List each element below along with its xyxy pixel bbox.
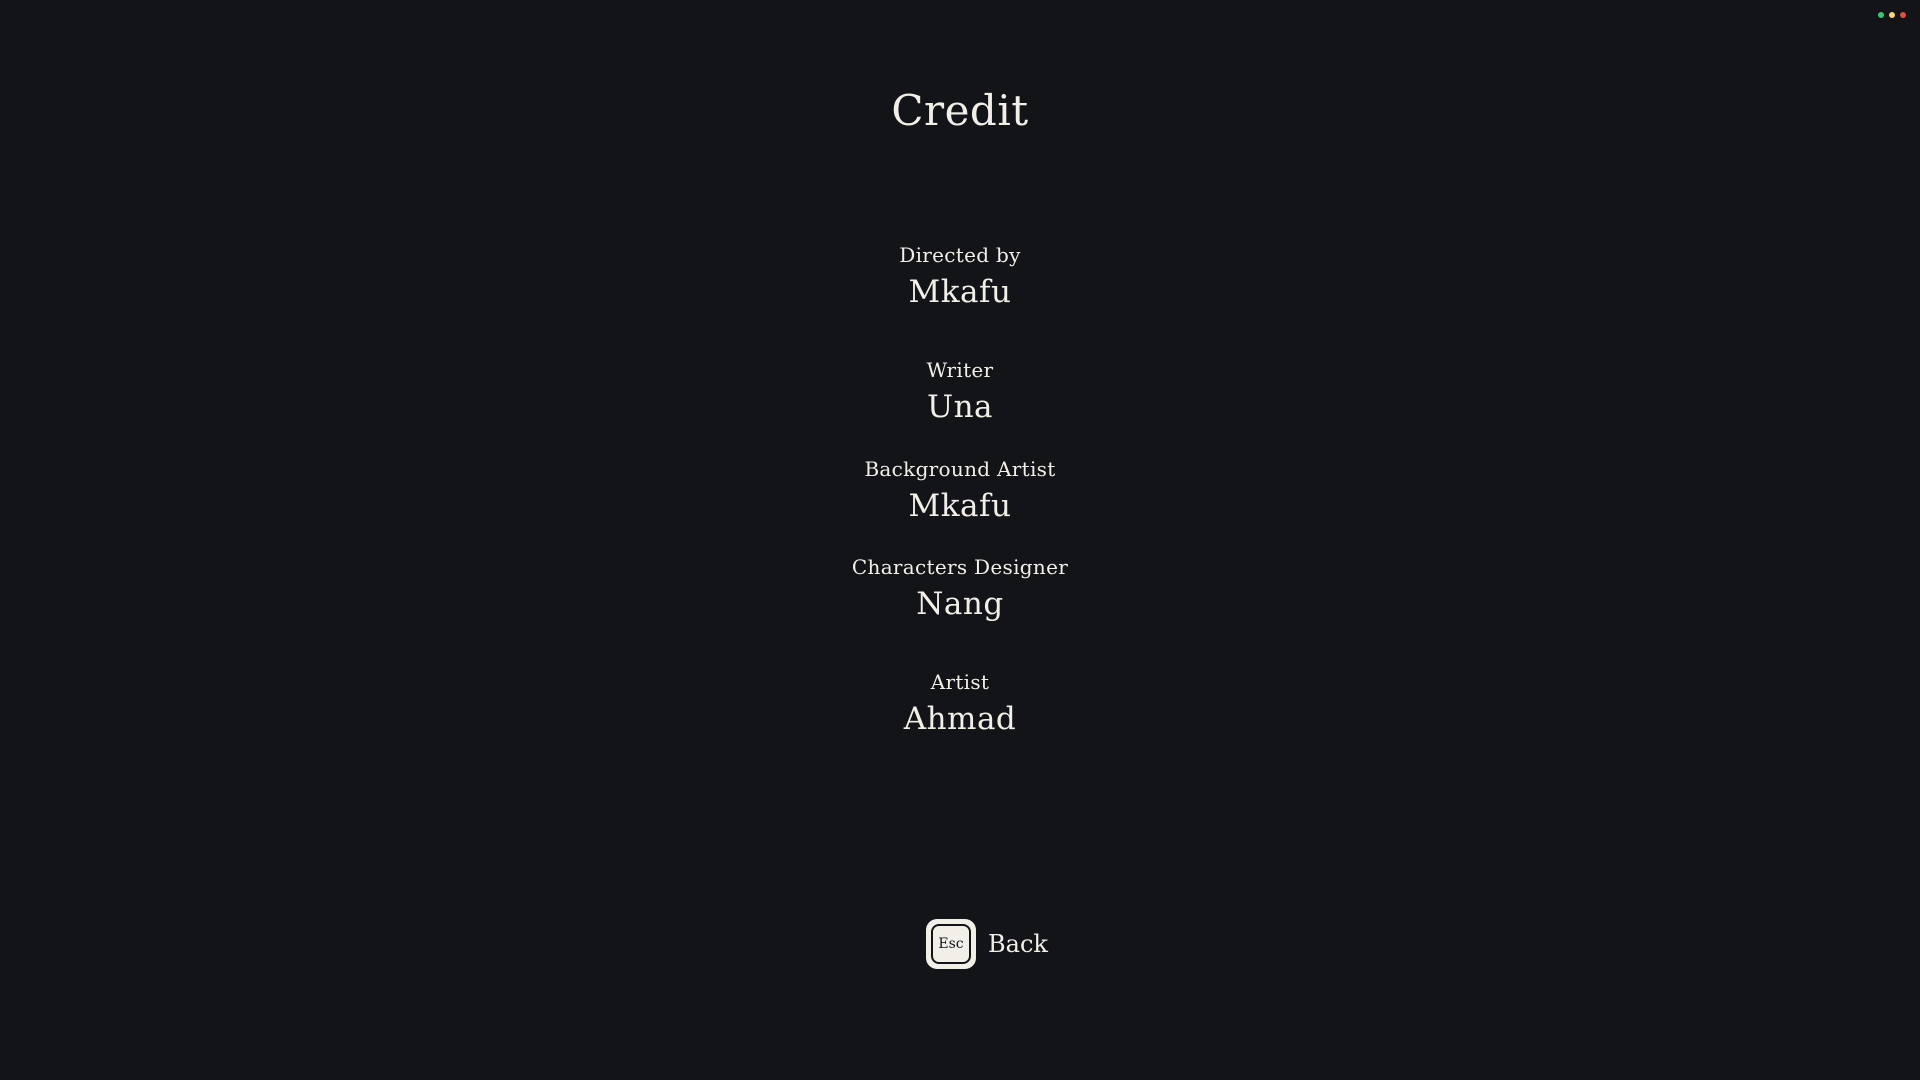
- esc-key-label: Esc: [931, 924, 971, 964]
- credit-role: Directed by: [899, 243, 1021, 267]
- credit-entry-artist: Artist Ahmad: [0, 669, 1920, 739]
- credit-role: Writer: [926, 358, 994, 382]
- credit-entry-characters-designer: Characters Designer Nang: [0, 554, 1920, 624]
- credit-role: Artist: [930, 670, 990, 694]
- esc-key-icon: Esc: [926, 919, 976, 969]
- credit-entry-writer: Writer Una: [0, 357, 1920, 427]
- credit-name: Mkafu: [908, 274, 1012, 310]
- credit-name: Mkafu: [908, 488, 1012, 524]
- credit-name: Una: [926, 389, 994, 425]
- back-button[interactable]: Esc Back: [926, 919, 1048, 969]
- credit-role: Background Artist: [864, 457, 1056, 481]
- credit-entry-director: Directed by Mkafu: [0, 242, 1920, 312]
- credit-role: Characters Designer: [851, 555, 1069, 579]
- credit-name: Nang: [916, 586, 1004, 622]
- credit-name: Ahmad: [903, 701, 1017, 737]
- credits-list: Directed by Mkafu Writer Una Background …: [0, 0, 1920, 1080]
- credit-entry-background-artist: Background Artist Mkafu: [0, 456, 1920, 526]
- back-label: Back: [988, 930, 1048, 958]
